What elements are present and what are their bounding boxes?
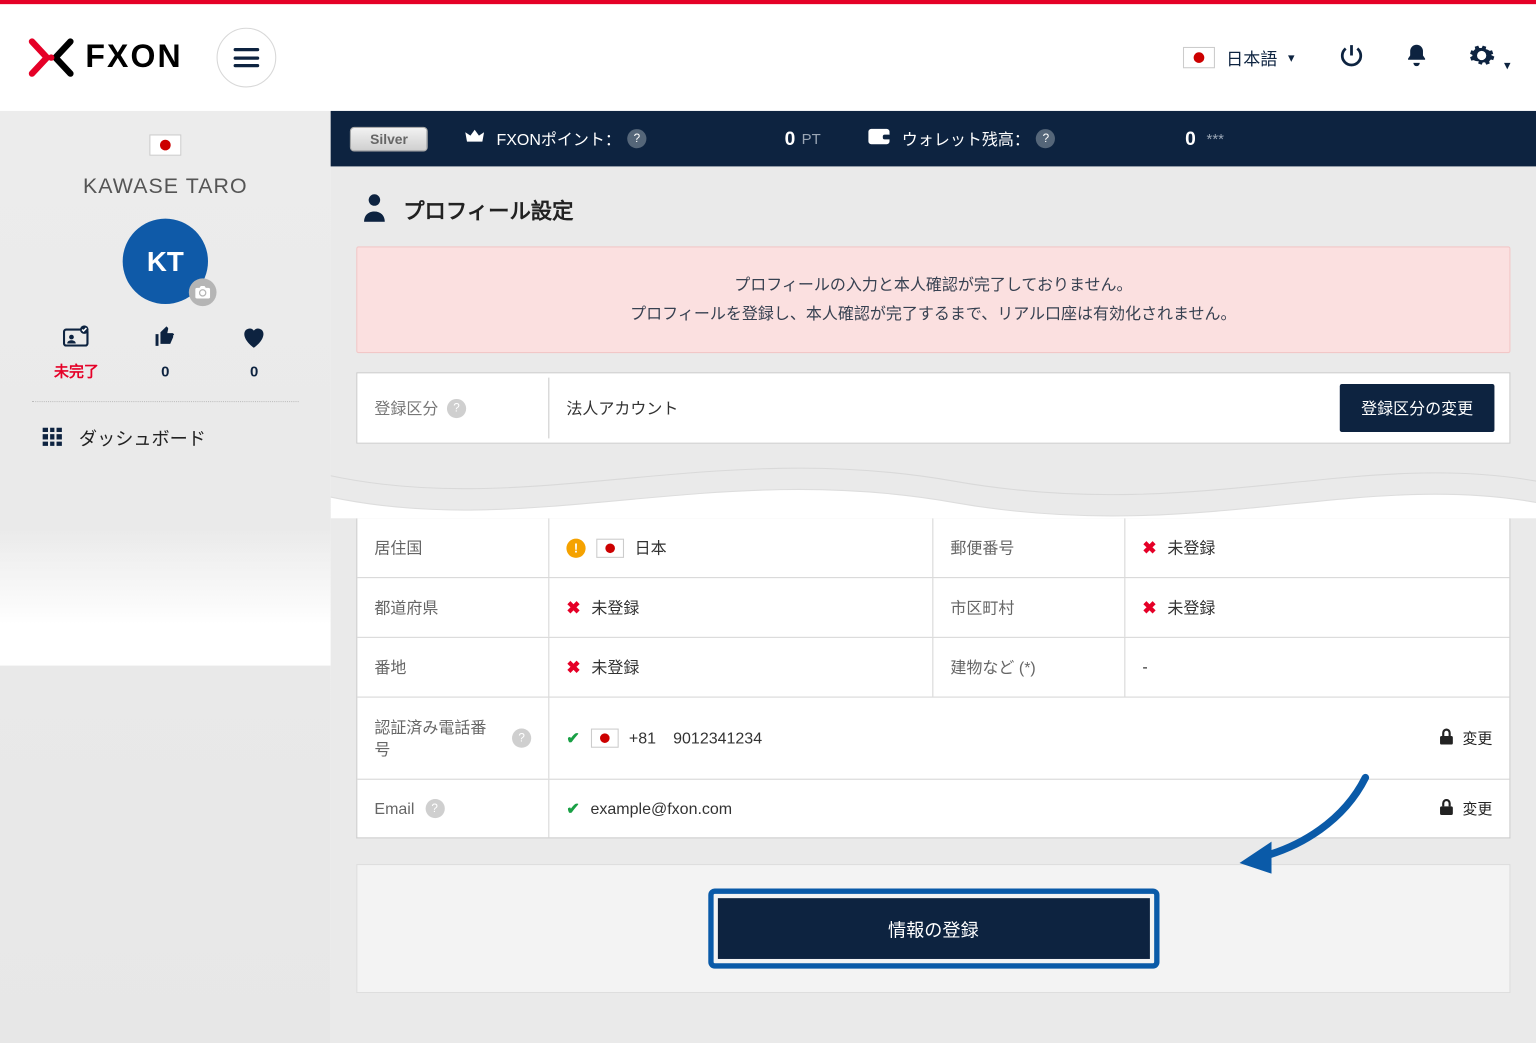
- address-label: 番地: [357, 638, 549, 697]
- address-value: ✖ 未登録: [549, 638, 933, 697]
- camera-icon: [195, 286, 210, 299]
- stat-favorites-value: 0: [250, 363, 258, 380]
- avatar-upload-button[interactable]: [189, 278, 217, 306]
- city-value: ✖ 未登録: [1125, 578, 1509, 637]
- registration-type-value: 法人アカウント: [549, 378, 1324, 439]
- points-unit: PT: [802, 130, 821, 147]
- profile-info-table: 居住国 ! 日本 郵便番号 ✖ 未登録 都道府県 ✖ 未登録 市区町村: [356, 518, 1510, 838]
- tier-badge[interactable]: Silver: [350, 126, 428, 151]
- user-name: KAWASE TARO: [0, 175, 331, 200]
- grid-icon: [43, 427, 62, 446]
- change-email-button[interactable]: 変更: [1439, 798, 1492, 819]
- submit-highlight-frame: 情報の登録: [708, 889, 1159, 969]
- wallet-value: 0: [1185, 127, 1196, 149]
- chevron-down-icon: ▾: [1288, 50, 1294, 65]
- sidebar-fade: [0, 527, 331, 666]
- country-value: ! 日本: [549, 518, 933, 577]
- prefecture-value: ✖ 未登録: [549, 578, 933, 637]
- building-label: 建物など (*): [933, 638, 1125, 697]
- notifications-button[interactable]: [1403, 41, 1429, 74]
- flag-jp-icon: [591, 729, 619, 748]
- power-icon: [1337, 41, 1365, 69]
- city-label: 市区町村: [933, 578, 1125, 637]
- help-icon[interactable]: ?: [512, 729, 531, 748]
- flag-jp-icon: [149, 134, 181, 155]
- heart-icon: [241, 325, 267, 354]
- flag-jp-icon: [1183, 47, 1215, 68]
- x-icon: ✖: [1142, 597, 1156, 618]
- change-registration-type-button[interactable]: 登録区分の変更: [1340, 384, 1495, 432]
- lock-icon: [1439, 728, 1454, 748]
- postal-label: 郵便番号: [933, 518, 1125, 577]
- points-value: 0: [785, 127, 796, 149]
- gear-icon: [1467, 41, 1495, 69]
- sidebar-item-label: ダッシュボード: [79, 423, 206, 450]
- stat-verification-value: 未完了: [54, 361, 99, 382]
- email-value: ✔ example@fxon.com 変更: [549, 780, 1509, 838]
- help-icon[interactable]: ?: [1036, 129, 1055, 148]
- x-icon: ✖: [566, 657, 580, 678]
- main-content: Silver FXONポイント：? 0 PT ウォレット残高：? 0 ***: [331, 111, 1536, 1043]
- language-selector[interactable]: 日本語 ▾: [1183, 45, 1294, 71]
- stat-verification[interactable]: 未完了: [39, 325, 114, 382]
- logo-text: FXON: [85, 39, 182, 75]
- building-value: -: [1125, 638, 1509, 697]
- postal-value: ✖ 未登録: [1125, 518, 1509, 577]
- chevron-down-icon: ▾: [1504, 57, 1510, 72]
- email-label: Email ?: [357, 780, 549, 838]
- power-button[interactable]: [1337, 41, 1365, 74]
- wallet-label: ウォレット残高：?: [902, 127, 1056, 149]
- warning-icon: !: [566, 538, 585, 557]
- registration-type-box: 登録区分 ? 法人アカウント 登録区分の変更: [356, 372, 1510, 443]
- register-info-button[interactable]: 情報の登録: [717, 898, 1149, 959]
- phone-value: ✔ +81 9012341234 変更: [549, 698, 1509, 779]
- status-strip: Silver FXONポイント：? 0 PT ウォレット残高：? 0 ***: [331, 111, 1536, 166]
- sidebar: KAWASE TARO KT 未完了 0: [0, 111, 331, 1043]
- sidebar-item-dashboard[interactable]: ダッシュボード: [0, 402, 331, 471]
- stat-likes-value: 0: [161, 363, 169, 380]
- id-card-icon: [63, 325, 91, 352]
- points-label: FXONポイント：?: [496, 127, 646, 149]
- flag-jp-icon: [596, 538, 624, 557]
- language-label: 日本語: [1226, 45, 1277, 71]
- check-icon: ✔: [566, 729, 579, 748]
- hamburger-menu-button[interactable]: [217, 28, 277, 88]
- app-header: FXON 日本語 ▾ ▾: [0, 4, 1536, 111]
- help-icon[interactable]: ?: [447, 398, 466, 417]
- help-icon[interactable]: ?: [627, 129, 646, 148]
- alert-line-1: プロフィールの入力と本人確認が完了しておりません。: [383, 271, 1484, 300]
- country-label: 居住国: [357, 518, 549, 577]
- settings-button[interactable]: ▾: [1467, 41, 1510, 74]
- x-icon: ✖: [1142, 537, 1156, 558]
- bell-icon: [1403, 41, 1429, 69]
- phone-label: 認証済み電話番号 ?: [357, 698, 549, 779]
- wallet-masked: ***: [1207, 130, 1224, 147]
- alert-line-2: プロフィールを登録し、本人確認が完了するまで、リアル口座は有効化されません。: [383, 300, 1484, 329]
- profile-incomplete-alert: プロフィールの入力と本人確認が完了しておりません。 プロフィールを登録し、本人確…: [356, 246, 1510, 353]
- wallet-icon: [868, 126, 891, 151]
- prefecture-label: 都道府県: [357, 578, 549, 637]
- help-icon[interactable]: ?: [425, 799, 444, 818]
- x-icon: ✖: [566, 597, 580, 618]
- check-icon: ✔: [566, 799, 579, 818]
- hamburger-icon: [234, 48, 260, 67]
- person-icon: [361, 192, 389, 227]
- user-country-flag: [0, 134, 331, 155]
- registration-type-label: 登録区分 ?: [357, 378, 549, 439]
- thumbs-up-icon: [154, 325, 177, 354]
- logo-mark-icon: [26, 35, 77, 80]
- content-break: [331, 444, 1536, 519]
- change-phone-button[interactable]: 変更: [1439, 727, 1492, 748]
- stat-likes[interactable]: 0: [128, 325, 203, 382]
- crown-icon: [464, 127, 485, 149]
- submit-section: 情報の登録: [356, 864, 1510, 993]
- stat-favorites[interactable]: 0: [217, 325, 292, 382]
- page-title: プロフィール設定: [403, 194, 573, 225]
- logo[interactable]: FXON: [26, 35, 183, 80]
- lock-icon: [1439, 798, 1454, 818]
